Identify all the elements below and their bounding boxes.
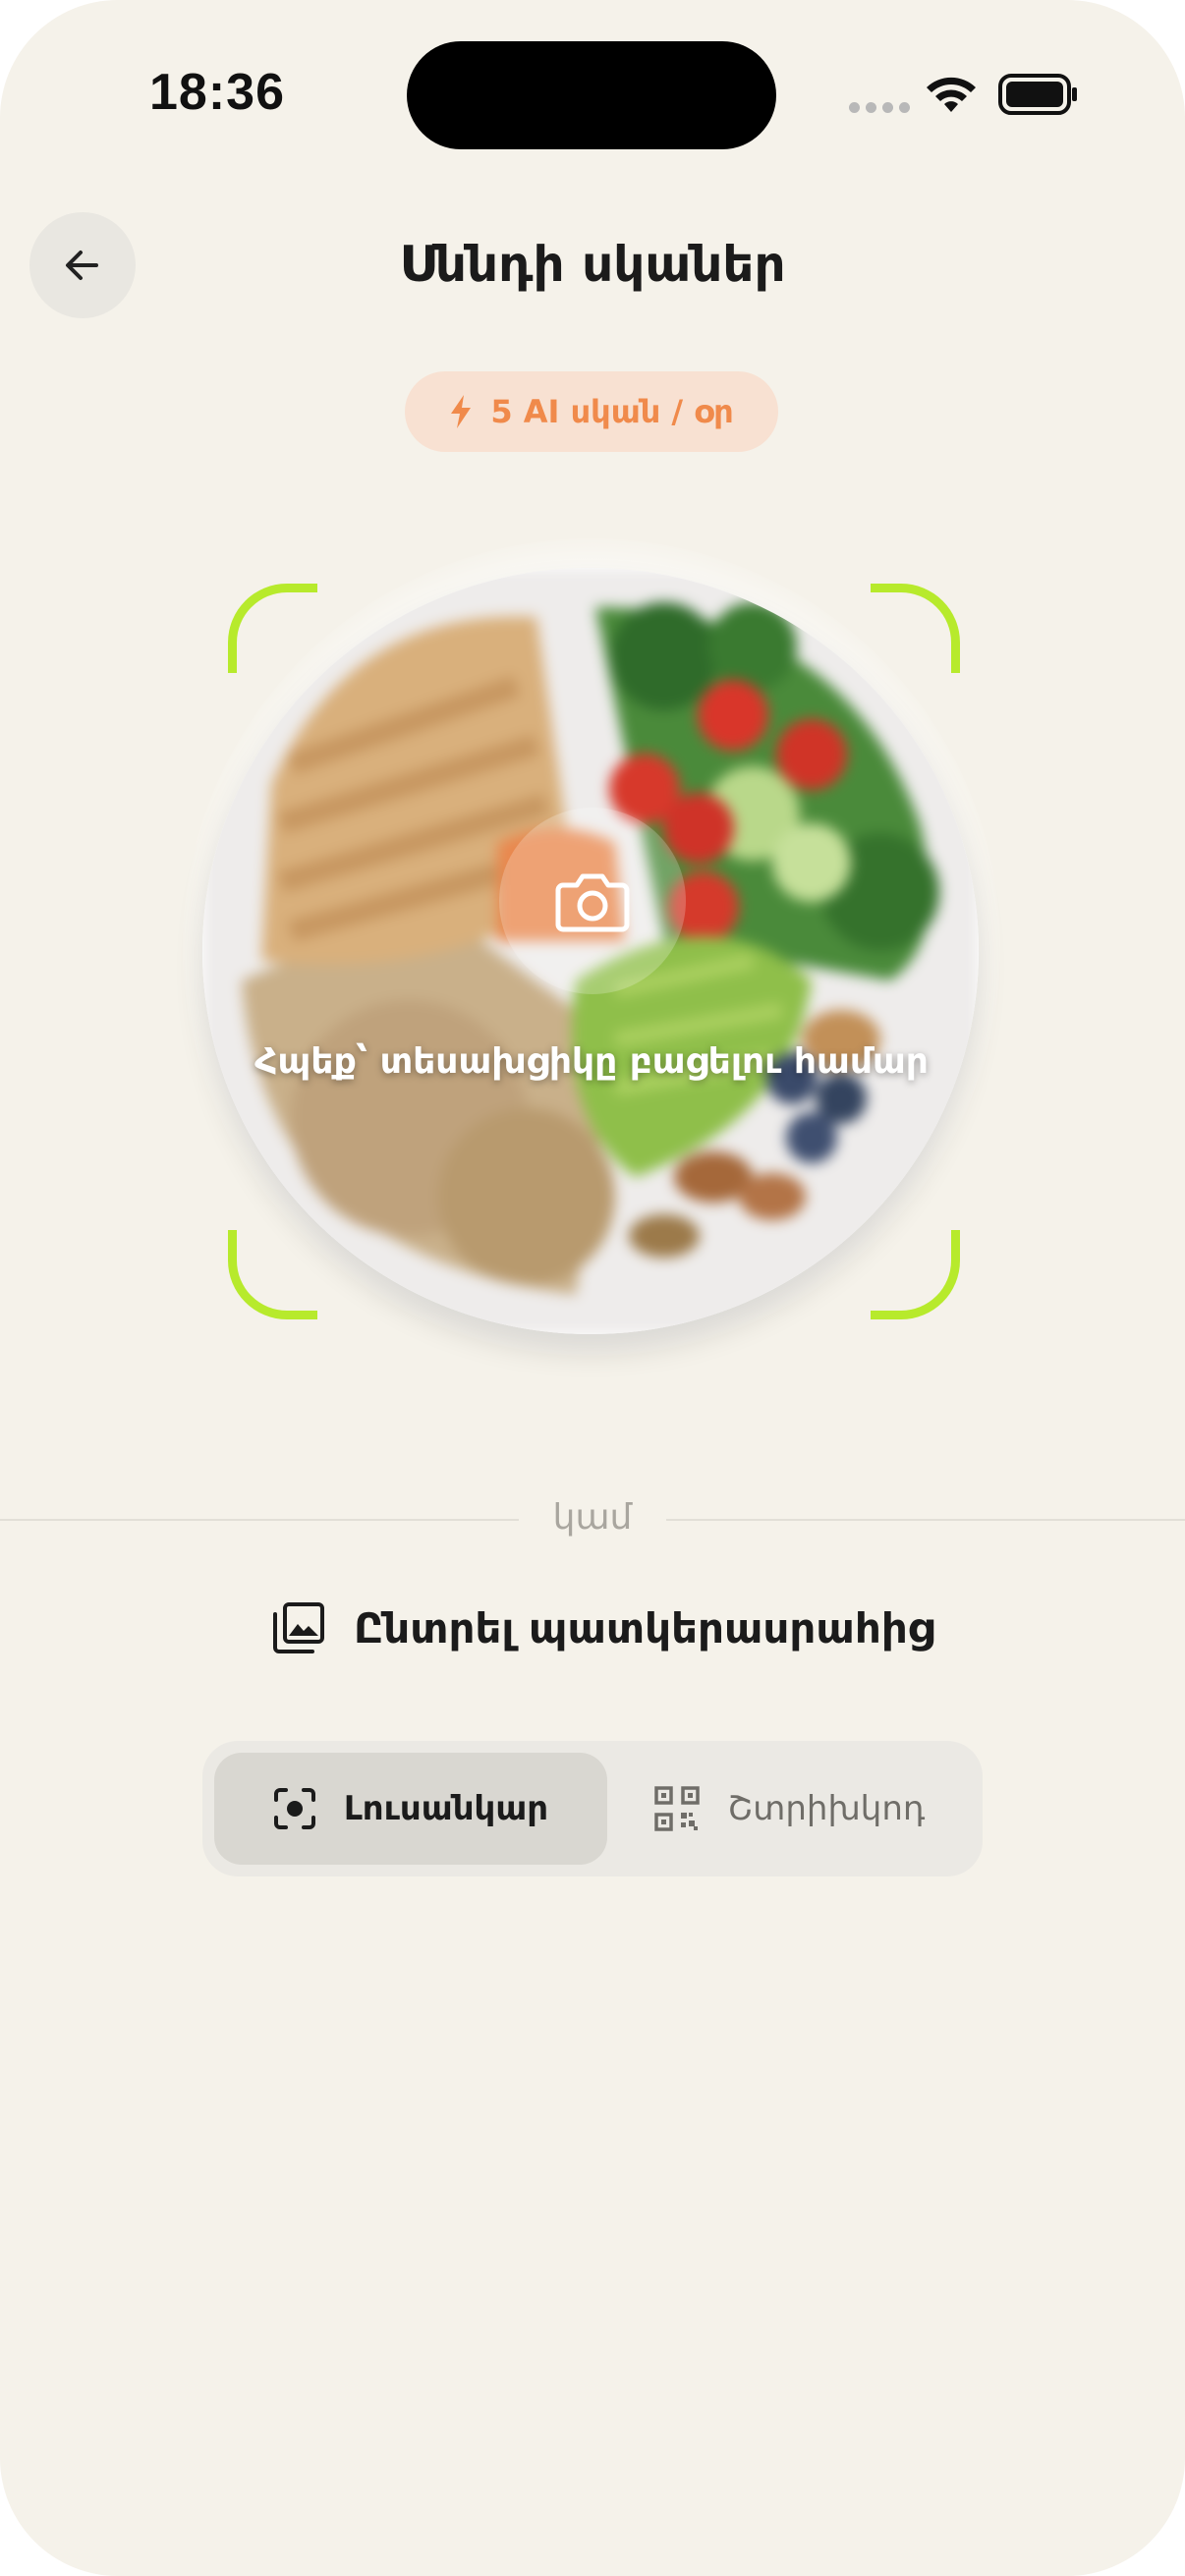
tab-barcode-label: Շտրիխկոդ [727,1789,926,1828]
status-time: 18:36 [149,64,285,121]
choose-from-gallery-button[interactable]: Ընտրել պատկերասրահից [271,1594,934,1662]
scan-limit-badge: 5 AI սկան / օր [405,371,778,452]
gallery-label: Ընտրել պատկերասրահից [354,1603,934,1652]
lightning-icon [451,395,472,428]
screen: 18:36 Սննդի սկաներ 5 AI սկան / օր Հպեք՝ … [0,0,1185,2576]
camera-icon [555,873,630,932]
qr-code-icon [653,1786,700,1831]
tab-photo[interactable]: Լուսանկար [214,1753,607,1865]
focus-camera-icon [273,1788,315,1829]
battery-icon [998,73,1079,120]
dynamic-island [407,41,776,149]
camera-hint: Հպեք՝ տեսախցիկը բացելու համար [254,1041,929,1082]
scan-mode-switch: Լուսանկար Շտրիխկոդ [202,1741,983,1876]
gallery-icon [273,1602,324,1653]
signal-icon [849,102,910,113]
page-title: Սննդի սկաներ [399,236,786,293]
scan-limit-label: 5 AI սկան / օր [490,393,734,430]
wifi-icon [924,75,979,120]
tab-barcode[interactable]: Շտրիխկոդ [607,1753,971,1865]
divider-label: կամ [552,1497,633,1538]
open-camera-button[interactable] [499,808,686,994]
tab-photo-label: Լուսանկար [343,1789,549,1828]
